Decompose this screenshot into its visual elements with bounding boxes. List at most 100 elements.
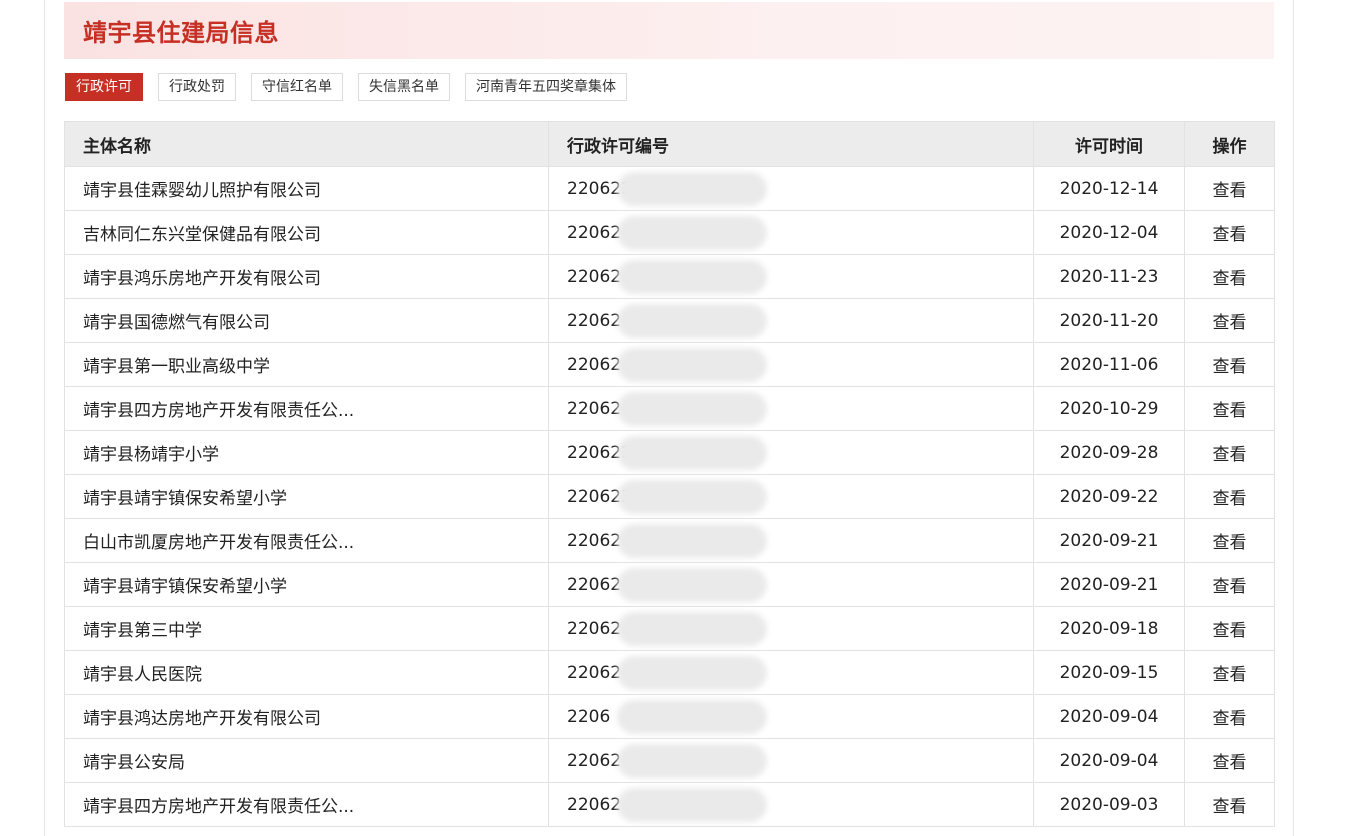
table-row: 靖宇县第三中学 22062 2020-09-18 查看 <box>64 606 1275 651</box>
redaction-blur <box>617 436 767 470</box>
license-time-cell: 2020-11-20 <box>1033 298 1185 343</box>
entity-name-cell: 靖宇县四方房地产开发有限责任公... <box>64 386 549 431</box>
view-link[interactable]: 查看 <box>1213 357 1247 377</box>
column-header-license-no: 行政许可编号 <box>548 121 1034 167</box>
table-row: 靖宇县杨靖宇小学 220622 2020-09-28 查看 <box>64 430 1275 475</box>
redaction-blur <box>617 568 767 602</box>
license-number-text: 22062 <box>567 662 622 683</box>
entity-name-cell: 白山市凯厦房地产开发有限责任公... <box>64 518 549 563</box>
license-number-cell: 22062 <box>548 738 1034 783</box>
license-number-text: 22062 <box>567 530 622 551</box>
view-link[interactable]: 查看 <box>1213 577 1247 597</box>
view-link[interactable]: 查看 <box>1213 753 1247 773</box>
license-number-text: 22062 <box>567 574 622 595</box>
left-border-line <box>44 0 45 836</box>
view-link[interactable]: 查看 <box>1213 665 1247 685</box>
entity-name-cell: 吉林同仁东兴堂保健品有限公司 <box>64 210 549 255</box>
table-header-row: 主体名称 行政许可编号 许可时间 操作 <box>64 121 1275 167</box>
table-row: 靖宇县公安局 22062 2020-09-04 查看 <box>64 738 1275 783</box>
column-header-operation: 操作 <box>1184 121 1275 167</box>
view-link[interactable]: 查看 <box>1213 445 1247 465</box>
operation-cell: 查看 <box>1184 166 1275 211</box>
redaction-blur <box>617 612 767 646</box>
view-link[interactable]: 查看 <box>1213 621 1247 641</box>
table-row: 吉林同仁东兴堂保健品有限公司 22062 2020-12-04 查看 <box>64 210 1275 255</box>
license-number-cell: 22062 <box>548 650 1034 695</box>
license-number-cell: 22062 <box>548 298 1034 343</box>
entity-name-cell: 靖宇县杨靖宇小学 <box>64 430 549 475</box>
license-number-text: 22062 <box>567 354 622 375</box>
entity-name-cell: 靖宇县人民医院 <box>64 650 549 695</box>
redaction-blur <box>617 524 767 558</box>
license-number-cell: 22062 <box>548 210 1034 255</box>
operation-cell: 查看 <box>1184 254 1275 299</box>
view-link[interactable]: 查看 <box>1213 181 1247 201</box>
license-time-cell: 2020-09-04 <box>1033 738 1185 783</box>
redaction-blur <box>617 480 767 514</box>
entity-name-cell: 靖宇县靖宇镇保安希望小学 <box>64 474 549 519</box>
license-time-cell: 2020-11-23 <box>1033 254 1185 299</box>
table-row: 靖宇县鸿乐房地产开发有限公司 22062 2020-11-23 查看 <box>64 254 1275 299</box>
tab-administrative-license[interactable]: 行政许可 <box>65 73 143 101</box>
license-time-cell: 2020-09-18 <box>1033 606 1185 651</box>
entity-name-cell: 靖宇县鸿乐房地产开发有限公司 <box>64 254 549 299</box>
operation-cell: 查看 <box>1184 782 1275 827</box>
license-number-text: 22062 <box>567 398 622 419</box>
view-link[interactable]: 查看 <box>1213 225 1247 245</box>
view-link[interactable]: 查看 <box>1213 313 1247 333</box>
operation-cell: 查看 <box>1184 474 1275 519</box>
table-row: 靖宇县鸿达房地产开发有限公司 2206 2020-09-04 查看 <box>64 694 1275 739</box>
license-time-cell: 2020-09-04 <box>1033 694 1185 739</box>
license-time-cell: 2020-12-04 <box>1033 210 1185 255</box>
right-border-line <box>1293 0 1294 836</box>
license-number-text: 22062 <box>567 266 622 287</box>
tab-credit-black-list[interactable]: 失信黑名单 <box>358 73 450 101</box>
view-link[interactable]: 查看 <box>1213 401 1247 421</box>
license-time-cell: 2020-12-14 <box>1033 166 1185 211</box>
view-link[interactable]: 查看 <box>1213 269 1247 289</box>
operation-cell: 查看 <box>1184 430 1275 475</box>
license-time-cell: 2020-09-21 <box>1033 562 1185 607</box>
operation-cell: 查看 <box>1184 606 1275 651</box>
table-row: 靖宇县第一职业高级中学 22062 2020-11-06 查看 <box>64 342 1275 387</box>
license-number-text: 2206 <box>567 706 611 727</box>
license-number-cell: 22062 <box>548 782 1034 827</box>
entity-name-cell: 靖宇县四方房地产开发有限责任公... <box>64 782 549 827</box>
view-link[interactable]: 查看 <box>1213 489 1247 509</box>
entity-name-cell: 靖宇县靖宇镇保安希望小学 <box>64 562 549 607</box>
redaction-blur <box>617 172 767 206</box>
table-row: 靖宇县国德燃气有限公司 22062 2020-11-20 查看 <box>64 298 1275 343</box>
operation-cell: 查看 <box>1184 342 1275 387</box>
table-row: 白山市凯厦房地产开发有限责任公... 22062 2020-09-21 查看 <box>64 518 1275 563</box>
tab-credit-red-list[interactable]: 守信红名单 <box>251 73 343 101</box>
view-link[interactable]: 查看 <box>1213 797 1247 817</box>
table-row: 靖宇县四方房地产开发有限责任公... 22062 2020-09-03 查看 <box>64 782 1275 827</box>
title-bar: 靖宇县住建局信息 <box>64 2 1274 59</box>
license-number-cell: 220622 <box>548 166 1034 211</box>
license-number-cell: 22062 <box>548 342 1034 387</box>
license-number-text: 22062 <box>567 310 622 331</box>
table-row: 靖宇县四方房地产开发有限责任公... 22062 2020-10-29 查看 <box>64 386 1275 431</box>
redaction-blur <box>617 392 767 426</box>
license-number-cell: 220622 <box>548 474 1034 519</box>
redaction-blur <box>617 788 767 822</box>
operation-cell: 查看 <box>1184 562 1275 607</box>
license-time-cell: 2020-11-06 <box>1033 342 1185 387</box>
category-tabs: 行政许可 行政处罚 守信红名单 失信黑名单 河南青年五四奖章集体 <box>65 73 627 101</box>
redaction-blur <box>617 260 767 294</box>
redaction-blur <box>617 744 767 778</box>
license-number-cell: 22062 <box>548 606 1034 651</box>
license-time-cell: 2020-09-28 <box>1033 430 1185 475</box>
view-link[interactable]: 查看 <box>1213 709 1247 729</box>
tab-administrative-penalty[interactable]: 行政处罚 <box>158 73 236 101</box>
operation-cell: 查看 <box>1184 738 1275 783</box>
entity-name-cell: 靖宇县第三中学 <box>64 606 549 651</box>
redaction-blur <box>617 216 767 250</box>
tab-youth-may-fourth-medal[interactable]: 河南青年五四奖章集体 <box>465 73 627 101</box>
license-time-cell: 2020-09-03 <box>1033 782 1185 827</box>
table-row: 靖宇县靖宇镇保安希望小学 220622 2020-09-22 查看 <box>64 474 1275 519</box>
entity-name-cell: 靖宇县佳霖婴幼儿照护有限公司 <box>64 166 549 211</box>
redaction-blur <box>617 348 767 382</box>
view-link[interactable]: 查看 <box>1213 533 1247 553</box>
operation-cell: 查看 <box>1184 518 1275 563</box>
